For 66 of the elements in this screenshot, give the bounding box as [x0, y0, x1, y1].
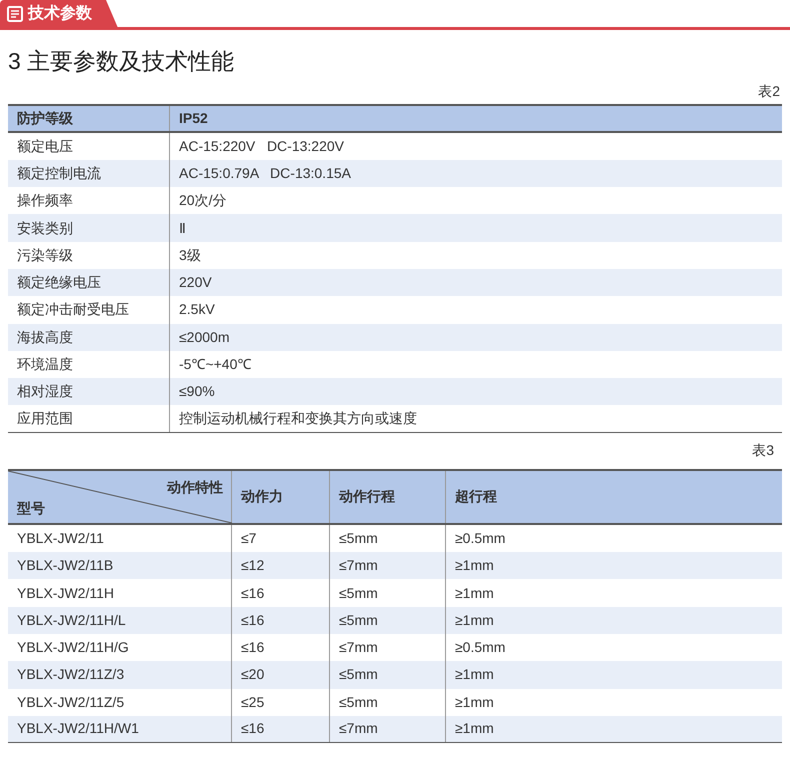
table-cell-text: ≤16 — [241, 584, 264, 602]
table-cell-text: ≤12 — [241, 556, 264, 576]
table-cell-text: 污染等级 — [17, 246, 73, 265]
table-cell-text: ≥1mm — [455, 719, 494, 738]
header-cell-text: 型号 — [17, 498, 45, 518]
table-cell-text: YBLX-JW2/11B — [17, 556, 114, 576]
section-title: 3 主要参数及技术性能 — [8, 47, 234, 76]
table-cell-text: ≥1mm — [455, 556, 494, 576]
table-cell-text: ≥0.5mm — [455, 638, 506, 658]
table-cell-text: AC-15:0.79A DC-13:0.15A — [179, 164, 351, 183]
table-cell-text: 海拔高度 — [17, 328, 73, 347]
table-cell-text: 安装类别 — [17, 218, 73, 238]
table-cell-text: ≤16 — [241, 638, 264, 658]
table-cell-text: ≥1mm — [455, 692, 494, 712]
table-cell-text: ≤7mm — [339, 556, 378, 576]
table-cell-text: YBLX-JW2/11H/G — [17, 638, 129, 658]
section-tab-label: 技术参数 — [28, 3, 92, 24]
table-cell-text: ≤90% — [179, 382, 215, 402]
table-cell-text: AC-15:220V DC-13:220V — [179, 136, 344, 156]
table-cell-text: ≤2000m — [179, 328, 230, 347]
table-cell-text: ≤16 — [241, 719, 264, 738]
table-cell-text: 20次/分 — [179, 191, 226, 210]
table-cell-text: 相对湿度 — [17, 382, 73, 402]
table-cell-text: 2.5kV — [179, 300, 215, 320]
header-cell-text: 防护等级 — [17, 108, 73, 128]
table-cell-text: ≤7mm — [339, 719, 378, 738]
table-cell-text: ≥1mm — [455, 584, 494, 602]
table-cell-text: Ⅱ — [179, 218, 186, 238]
table-cell-text: ≤20 — [241, 665, 264, 684]
table-cell-text: ≤5mm — [339, 584, 378, 602]
table-cell-text: ≥0.5mm — [455, 528, 506, 548]
header-cell-text: 动作行程 — [339, 487, 395, 506]
table-cell-text: 操作频率 — [17, 191, 73, 210]
table-cell-text: 3级 — [179, 246, 201, 265]
table-cell-text: 环境温度 — [17, 355, 73, 374]
table-cell-text: ≤5mm — [339, 692, 378, 712]
table-cell-text: ≤5mm — [339, 528, 378, 548]
table-caption: 表3 — [752, 440, 774, 460]
table-cell-text: ≤16 — [241, 610, 264, 630]
header-cell-text: 超行程 — [455, 487, 497, 506]
table-cell-text: ≤5mm — [339, 610, 378, 630]
table-cell-text: 控制运动机械行程和变换其方向或速度 — [179, 409, 417, 428]
table-cell-text: ≥1mm — [455, 610, 494, 630]
table-cell-text: 额定电压 — [17, 136, 73, 156]
table-cell-text: ≤5mm — [339, 665, 378, 684]
table-cell-text: YBLX-JW2/11H/L — [17, 610, 126, 630]
table-cell-text: YBLX-JW2/11Z/5 — [17, 692, 124, 712]
table-cell-text: ≥1mm — [455, 665, 494, 684]
table-cell-text: ≤7mm — [339, 638, 378, 658]
header-cell-text: IP52 — [179, 108, 208, 128]
header-cell-text: 动作特性 — [167, 478, 223, 497]
table-caption: 表2 — [758, 82, 780, 100]
table-cell-text: YBLX-JW2/11H — [17, 584, 114, 602]
table-cell-text: 额定冲击耐受电压 — [17, 300, 129, 320]
table-cell-text: YBLX-JW2/11Z/3 — [17, 665, 124, 684]
table-cell-text: YBLX-JW2/11 — [17, 528, 104, 548]
table-cell-text: 额定控制电流 — [17, 164, 101, 183]
table-cell-text: YBLX-JW2/11H/W1 — [17, 719, 139, 738]
table-cell-text: ≤25 — [241, 692, 264, 712]
table-cell-text: ≤7 — [241, 528, 256, 548]
table-cell-text: 应用范围 — [17, 409, 73, 428]
table-cell-text: -5℃~+40℃ — [179, 355, 252, 374]
header-cell-text: 动作力 — [241, 487, 283, 506]
table-cell-text: 额定绝缘电压 — [17, 273, 101, 292]
document-icon — [6, 5, 24, 23]
table-cell-text: 220V — [179, 273, 212, 292]
